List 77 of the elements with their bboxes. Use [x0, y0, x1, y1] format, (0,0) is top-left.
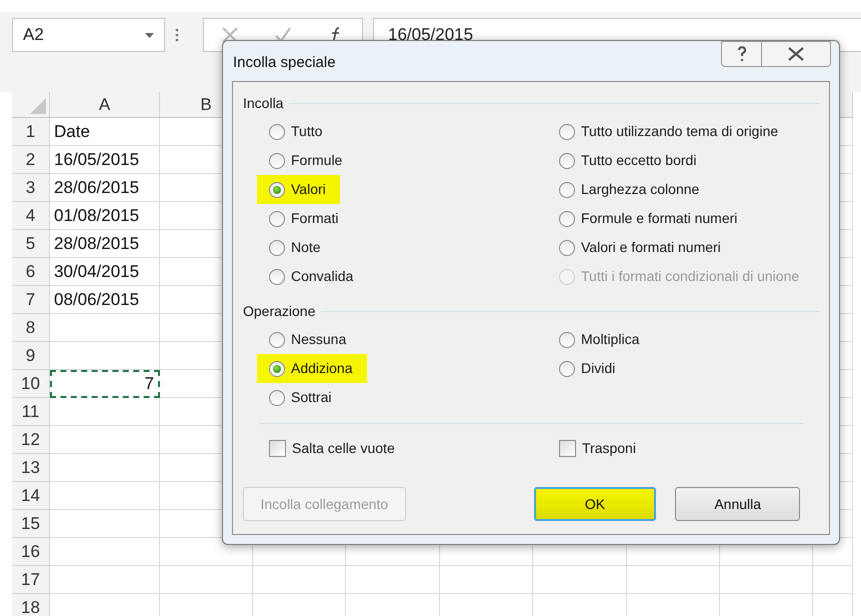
option-label[interactable]: Larghezza colonne: [581, 179, 700, 200]
radio-button[interactable]: [269, 124, 285, 140]
radio-button[interactable]: [559, 152, 575, 168]
checkbox[interactable]: [559, 440, 576, 456]
row-header[interactable]: 5: [12, 230, 50, 258]
table-cell: 28/06/2015: [50, 174, 160, 202]
option-label[interactable]: Sottrai: [291, 387, 332, 408]
option-label[interactable]: Formule: [291, 150, 342, 171]
option-label[interactable]: Tutto utilizzando tema di origine: [581, 121, 778, 142]
radio-button[interactable]: [559, 182, 575, 198]
option-label[interactable]: Tutto eccetto bordi: [581, 150, 696, 171]
option-label[interactable]: Note: [291, 237, 321, 258]
radio-button[interactable]: [559, 360, 575, 376]
table-cell: 16/05/2015: [50, 146, 160, 174]
row-header[interactable]: 8: [12, 314, 50, 342]
option-label[interactable]: Nessuna: [291, 329, 346, 350]
radio-button[interactable]: [559, 332, 575, 348]
option-label[interactable]: Convalida: [291, 266, 354, 287]
row-header[interactable]: 3: [12, 174, 50, 202]
radio-button[interactable]: [559, 210, 575, 226]
table-cell: 01/08/2015: [50, 202, 160, 230]
name-box[interactable]: A2: [12, 18, 165, 52]
group-label: Operazione: [243, 302, 316, 321]
table-cell: Date: [50, 118, 160, 146]
dialog-button[interactable]: Annulla: [675, 487, 800, 521]
row-header[interactable]: 6: [12, 258, 50, 286]
option-label[interactable]: Tutto: [291, 121, 322, 142]
table-cell: 7: [50, 370, 160, 398]
dropdown-caret-icon[interactable]: [145, 32, 154, 38]
row-header[interactable]: 12: [12, 426, 50, 454]
option-label[interactable]: Formati: [291, 208, 338, 229]
option-label[interactable]: Addiziona: [291, 358, 352, 379]
corner-triangle-icon: [30, 98, 46, 114]
row-header[interactable]: 15: [12, 510, 50, 538]
row-header[interactable]: 9: [12, 342, 50, 370]
help-icon: [736, 45, 748, 63]
row-header[interactable]: 13: [12, 454, 50, 482]
option-label[interactable]: Valori: [291, 179, 326, 200]
row-header[interactable]: 11: [12, 398, 50, 426]
vertical-dots-icon[interactable]: [175, 28, 179, 42]
table-cell: 08/06/2015: [50, 286, 160, 314]
row-header[interactable]: 2: [12, 146, 50, 174]
highlighted-button[interactable]: OK: [534, 487, 656, 521]
radio-button[interactable]: [269, 152, 285, 168]
radio-button[interactable]: [269, 240, 285, 256]
radio-button[interactable]: [269, 210, 285, 226]
radio-button[interactable]: [269, 268, 285, 284]
cancel-icon[interactable]: [221, 26, 240, 44]
checkbox[interactable]: [269, 440, 286, 456]
table-cell: 28/08/2015: [50, 230, 160, 258]
column-header[interactable]: A: [50, 92, 160, 117]
radio-button[interactable]: [559, 240, 575, 256]
close-icon: [787, 47, 805, 61]
option-label[interactable]: Formule e formati numeri: [581, 208, 738, 229]
row-header[interactable]: 1: [12, 118, 50, 146]
checkbox-option[interactable]: Salta celle vuote: [269, 434, 395, 462]
help-button[interactable]: [721, 41, 762, 67]
row-header[interactable]: 4: [12, 202, 50, 230]
table-cell: [813, 566, 853, 594]
option-label[interactable]: Moltiplica: [581, 329, 640, 350]
table-cell: 30/04/2015: [50, 258, 160, 286]
radio-button[interactable]: [269, 390, 285, 406]
radio-button[interactable]: [559, 124, 575, 140]
dialog-title: Incolla speciale: [233, 53, 336, 73]
row-header[interactable]: 14: [12, 482, 50, 510]
row-header[interactable]: 17: [12, 566, 50, 594]
row-header[interactable]: 18: [12, 594, 50, 616]
radio-button[interactable]: [269, 360, 285, 376]
row-header[interactable]: 10: [12, 370, 50, 398]
row-header[interactable]: 7: [12, 286, 50, 314]
option-label[interactable]: Valori e formati numeri: [581, 237, 721, 258]
row-header[interactable]: 16: [12, 538, 50, 566]
checkbox-option[interactable]: Trasponi: [559, 434, 636, 462]
radio-button[interactable]: [269, 332, 285, 348]
close-button[interactable]: [762, 41, 831, 67]
radio-button[interactable]: [269, 182, 285, 198]
option-label[interactable]: Dividi: [581, 358, 616, 379]
